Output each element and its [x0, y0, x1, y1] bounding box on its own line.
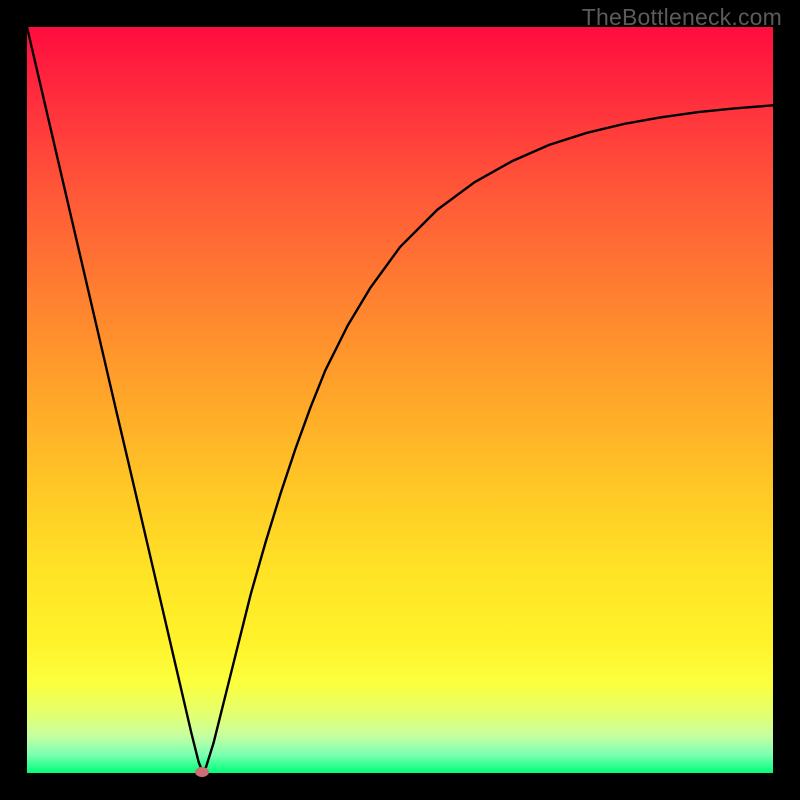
chart-container: TheBottleneck.com — [0, 0, 800, 800]
minimum-marker — [195, 767, 209, 777]
watermark-text: TheBottleneck.com — [582, 4, 782, 31]
bottleneck-curve — [27, 27, 773, 773]
plot-area — [27, 27, 773, 773]
curve-path — [27, 27, 773, 772]
